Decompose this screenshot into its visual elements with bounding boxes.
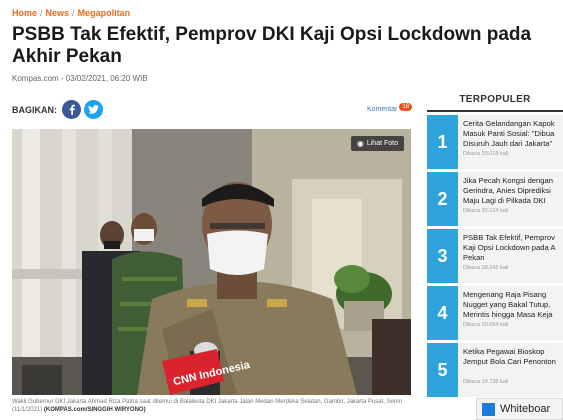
comment-label: Komentar — [367, 106, 398, 113]
popular-headline-line: Gerindra, Anies Diprediksi — [463, 186, 551, 195]
popular-item[interactable]: 4 Mengenang Raja Pisang Nugget yang Baka… — [427, 286, 563, 340]
breadcrumb-megapolitan-link[interactable]: Megapolitan — [78, 8, 131, 18]
twitter-share-button[interactable] — [84, 100, 103, 119]
sidebar-title: TERPOPULER — [427, 94, 563, 112]
popular-view-count: Dibaca 33.018 kali — [463, 151, 509, 157]
popular-item-body: Cerita Gelandangan Kapok Masuk Panti Sos… — [458, 115, 563, 169]
popular-rank: 1 — [427, 115, 458, 169]
popular-headline-line: Masuk Panti Sosial: "Dibua — [463, 129, 555, 138]
popular-rank: 4 — [427, 286, 458, 340]
twitter-icon — [88, 105, 99, 114]
share-bar: BAGIKAN: — [12, 100, 106, 119]
popular-view-count: Dibaca 32.124 kali — [463, 208, 509, 214]
breadcrumb-separator: / — [40, 8, 43, 18]
popular-item[interactable]: 5 Ketika Pegawai Bioskop Jemput Bola Car… — [427, 343, 563, 397]
breadcrumb-news-link[interactable]: News — [46, 8, 70, 18]
popular-item-body: Jika Pecah Kongsi dengan Gerindra, Anies… — [458, 172, 563, 226]
popular-item[interactable]: 1 Cerita Gelandangan Kapok Masuk Panti S… — [427, 115, 563, 169]
article-title: PSBB Tak Efektif, Pemprov DKI Kaji Opsi … — [12, 24, 532, 67]
facebook-share-button[interactable] — [62, 100, 81, 119]
popular-item[interactable]: 2 Jika Pecah Kongsi dengan Gerindra, Ani… — [427, 172, 563, 226]
breadcrumb-home-link[interactable]: Home — [12, 8, 37, 18]
whiteboard-app-icon — [482, 402, 495, 416]
popular-headline-line: PSBB Tak Efektif, Pemprov — [463, 233, 555, 242]
popular-headline-line: Pekan — [463, 253, 485, 262]
facebook-icon — [69, 104, 75, 115]
popular-sidebar: TERPOPULER 1 Cerita Gelandangan Kapok Ma… — [427, 94, 563, 397]
popular-rank: 3 — [427, 229, 458, 283]
popular-headline-line: Jemput Bola Cari Penonton — [463, 357, 556, 366]
popular-rank: 5 — [427, 343, 458, 397]
article-photo-illustration: CNN Indonesia — [12, 129, 411, 395]
popular-rank: 2 — [427, 172, 458, 226]
popular-list: 1 Cerita Gelandangan Kapok Masuk Panti S… — [427, 115, 563, 397]
popular-headline-line: Mengenang Raja Pisang — [463, 290, 547, 299]
article-photo[interactable]: CNN Indonesia ◉ Lihat Foto — [12, 129, 411, 395]
popular-view-count: Dibaca 19.738 kali — [463, 379, 509, 385]
popular-headline-line: Cerita Gelandangan Kapok — [463, 119, 555, 128]
comment-link[interactable]: Komentar 18 — [367, 102, 413, 113]
eye-icon: ◉ — [356, 139, 364, 148]
breadcrumb: Home / News / Megapolitan — [12, 8, 130, 18]
popular-headline-line: Maju Lagi di Pilkada DKI — [463, 196, 546, 205]
caption-credit: (KOMPAS.com/SINGGIH WIRYONO) — [43, 407, 146, 413]
popular-headline-line: Ketika Pegawai Bioskop — [463, 347, 545, 356]
popular-item-body: Ketika Pegawai Bioskop Jemput Bola Cari … — [458, 343, 563, 397]
popular-headline-line: Jika Pecah Kongsi dengan — [463, 176, 553, 185]
popular-item-body: PSBB Tak Efektif, Pemprov Kaji Opsi Lock… — [458, 229, 563, 283]
view-photo-label: Lihat Foto — [366, 140, 398, 147]
article-meta: Kompas.com - 03/02/2021, 06:20 WIB — [12, 74, 148, 83]
photo-caption: Wakil Gubernur DKI Jakarta Ahmad Riza Pa… — [12, 398, 411, 414]
popular-headline-line: Merintis hingga Masa Keja — [463, 310, 553, 319]
share-label: BAGIKAN: — [12, 104, 57, 115]
popular-view-count: Dibaca 28.242 kali — [463, 265, 509, 271]
breadcrumb-separator: / — [72, 8, 75, 18]
whiteboard-popup[interactable]: Whiteboar — [476, 398, 563, 420]
view-photo-button[interactable]: ◉ Lihat Foto — [350, 136, 404, 151]
popular-item-body: Mengenang Raja Pisang Nugget yang Bakal … — [458, 286, 563, 340]
whiteboard-popup-label: Whiteboar — [500, 403, 551, 415]
popular-headline-line: Kaji Opsi Lockdown pada A — [463, 243, 556, 252]
popular-item[interactable]: 3 PSBB Tak Efektif, Pemprov Kaji Opsi Lo… — [427, 229, 563, 283]
comment-count-badge: 18 — [399, 102, 413, 111]
popular-headline-line: Nugget yang Bakal Tutup, — [463, 300, 551, 309]
popular-headline-line: Disuruh Jauh dari Jakarta" — [463, 139, 553, 148]
popular-view-count: Dibaca 20.654 kali — [463, 322, 509, 328]
